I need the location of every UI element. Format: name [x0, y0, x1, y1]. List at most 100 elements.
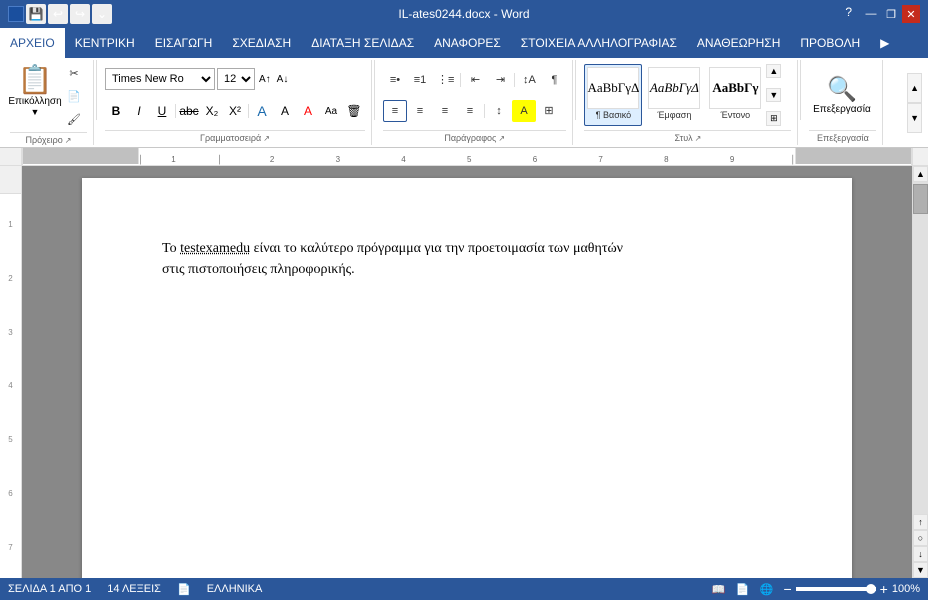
zoom-plus-button[interactable]: + [880, 581, 888, 597]
increase-indent-button[interactable]: ⇥ [488, 69, 512, 91]
tab-design[interactable]: ΣΧΕΔΙΑΣΗ [222, 28, 301, 58]
superscript-button[interactable]: X² [224, 100, 246, 122]
editing-button[interactable]: 🔍 Επεξεργασία [809, 65, 874, 125]
scroll-down-button[interactable]: ▼ [913, 562, 928, 578]
align-center-button[interactable]: ≡ [408, 100, 432, 122]
window-controls: ? — ❐ ✕ [845, 5, 920, 23]
styles-scroll-down[interactable]: ▼ [766, 88, 781, 102]
qat-dropdown-button[interactable]: ⌄ [92, 4, 112, 24]
content-line2: στις πιστοποιήσεις πληροφορικής. [162, 262, 355, 277]
language-icon: 📄 [177, 583, 191, 596]
vertical-ruler: 1234567 [0, 166, 22, 578]
zoom-slider-track[interactable] [796, 587, 876, 591]
align-right-button[interactable]: ≡ [433, 100, 457, 122]
tab-home[interactable]: ΚΕΝΤΡΙΚΗ [65, 28, 145, 58]
scroll-track[interactable] [913, 182, 928, 514]
scroll-select-button[interactable]: ○ [913, 530, 928, 546]
font-group-label: Γραμματοσειρά ↗ [105, 130, 365, 143]
ruler-corner [0, 148, 22, 165]
zoom-minus-button[interactable]: − [783, 581, 791, 597]
show-marks-button[interactable]: ¶ [542, 69, 566, 91]
font-name-select[interactable]: Times New Ro [105, 68, 215, 90]
font-size-select[interactable]: 12 [217, 68, 255, 90]
paste-arrow-icon: ▼ [31, 107, 40, 117]
print-layout-icon[interactable]: 📄 [733, 580, 751, 598]
ribbon-scroll-down[interactable]: ▼ [907, 103, 922, 133]
clear-formatting-button[interactable]: 🗑 [343, 100, 365, 122]
window-title: IL-ates0244.docx - Word [398, 7, 529, 21]
text-highlight-button[interactable]: A [274, 100, 296, 122]
paragraph-expand-button[interactable]: ↗ [498, 134, 505, 143]
styles-more[interactable]: ⊞ [766, 111, 781, 126]
style-basic[interactable]: AaBbΓγΔ ¶ Βασικό [584, 64, 642, 126]
zoom-slider-thumb[interactable] [866, 584, 876, 594]
increase-font-button[interactable]: A↑ [257, 72, 273, 87]
decrease-indent-button[interactable]: ⇤ [463, 69, 487, 91]
tab-mailings[interactable]: ΣΤΟΙΧΕΙΑ ΑΛΛΗΛΟΓΡΑΦΙΑΣ [511, 28, 687, 58]
scroll-prev-page-button[interactable]: ↑ [913, 514, 928, 530]
underline-button[interactable]: U [151, 100, 173, 122]
separator4 [800, 60, 801, 120]
tab-more[interactable]: ▶ [870, 28, 899, 58]
clipboard-expand-button[interactable]: ↗ [65, 136, 72, 145]
editing-label: Επεξεργασία [813, 104, 871, 115]
numbering-button[interactable]: ≡1 [408, 69, 432, 91]
save-button[interactable]: 💾 [26, 4, 46, 24]
format-painter-button[interactable]: 🖌 [62, 108, 86, 130]
font-color-button[interactable]: A [297, 100, 319, 122]
cut-button[interactable]: ✂ [62, 62, 86, 84]
styles-scroll: ▲ ▼ ⊞ [766, 64, 781, 126]
close-button[interactable]: ✕ [902, 5, 920, 23]
ribbon-scroll-up[interactable]: ▲ [907, 73, 922, 103]
subscript-button[interactable]: X₂ [201, 100, 223, 122]
zoom-level: 100% [892, 583, 920, 595]
web-layout-icon[interactable]: 🌐 [757, 580, 775, 598]
styles-scroll-up[interactable]: ▲ [766, 64, 781, 78]
borders-button[interactable]: ⊞ [537, 100, 561, 122]
styles-expand-button[interactable]: ↗ [695, 134, 702, 143]
document-scroll-area[interactable]: Το testexamedu είναι το καλύτερο πρόγραμ… [22, 166, 912, 578]
scroll-thumb[interactable] [913, 184, 928, 214]
strikethrough-button[interactable]: abc [178, 100, 200, 122]
maximize-button[interactable]: ❐ [882, 5, 900, 23]
bullets-button[interactable]: ≡• [383, 69, 407, 91]
text-effects-button[interactable]: A [251, 100, 273, 122]
decrease-font-button[interactable]: A↓ [275, 72, 291, 87]
redo-button[interactable]: ↪ [70, 4, 90, 24]
tab-layout[interactable]: ΔΙΑΤΑΞΗ ΣΕΛΙΔΑΣ [301, 28, 424, 58]
tab-file[interactable]: ΑΡΧΕΙΟ [0, 28, 65, 58]
scroll-next-page-button[interactable]: ↓ [913, 546, 928, 562]
help-button[interactable]: ? [845, 5, 852, 23]
bold-button[interactable]: B [105, 100, 127, 122]
editing-group: 🔍 Επεξεργασία Επεξεργασία [803, 60, 883, 145]
style-emphasis[interactable]: AaBbΓγΔ Έμφαση [645, 64, 703, 126]
read-mode-icon[interactable]: 📖 [709, 580, 727, 598]
tab-insert[interactable]: ΕΙΣΑΓΩΓΗ [145, 28, 223, 58]
font-selector-row: Times New Ro 12 A↑ A↓ [105, 68, 365, 90]
vertical-scrollbar: ▲ ↑ ○ ↓ ▼ [912, 166, 928, 578]
minimize-button[interactable]: — [862, 5, 880, 23]
change-case-button[interactable]: Aa [320, 100, 342, 122]
style-bold-preview: AaBbΓγ [709, 67, 761, 109]
copy-button[interactable]: 📄 [62, 85, 86, 107]
undo-button[interactable]: ↩ [48, 4, 68, 24]
align-left-button[interactable]: ≡ [383, 100, 407, 122]
multilevel-list-button[interactable]: ⋮≡ [433, 69, 458, 91]
content-suffix1: είναι το καλύτερο πρόγραμμα για την προε… [250, 241, 623, 256]
line-spacing-button[interactable]: ↕ [487, 100, 511, 122]
tab-review[interactable]: ΑΝΑΘΕΩΡΗΣΗ [687, 28, 790, 58]
scroll-up-button[interactable]: ▲ [913, 166, 928, 182]
status-left: ΣΕΛΙΔΑ 1 ΑΠΟ 1 14 ΛΕΞΕΙΣ 📄 ΕΛΛΗΝΙΚΑ [8, 583, 262, 596]
italic-button[interactable]: I [128, 100, 150, 122]
justify-button[interactable]: ≡ [458, 100, 482, 122]
paste-button[interactable]: 📋 Επικόλληση ▼ [10, 62, 60, 118]
style-bold-label: Έντονο [721, 110, 751, 120]
sort-button[interactable]: ↕A [517, 69, 541, 91]
editing-group-label: Επεξεργασία [809, 130, 876, 143]
tab-view[interactable]: ΠΡΟΒΟΛΗ [790, 28, 870, 58]
clipboard-group: 📋 Επικόλληση ▼ ✂ 📄 🖌 Πρόχειρο ↗ [4, 60, 94, 145]
style-bold[interactable]: AaBbΓγ Έντονο [706, 64, 764, 126]
tab-references[interactable]: ΑΝΑΦΟΡΕΣ [424, 28, 511, 58]
shading-button[interactable]: A [512, 100, 536, 122]
font-expand-button[interactable]: ↗ [263, 134, 270, 143]
